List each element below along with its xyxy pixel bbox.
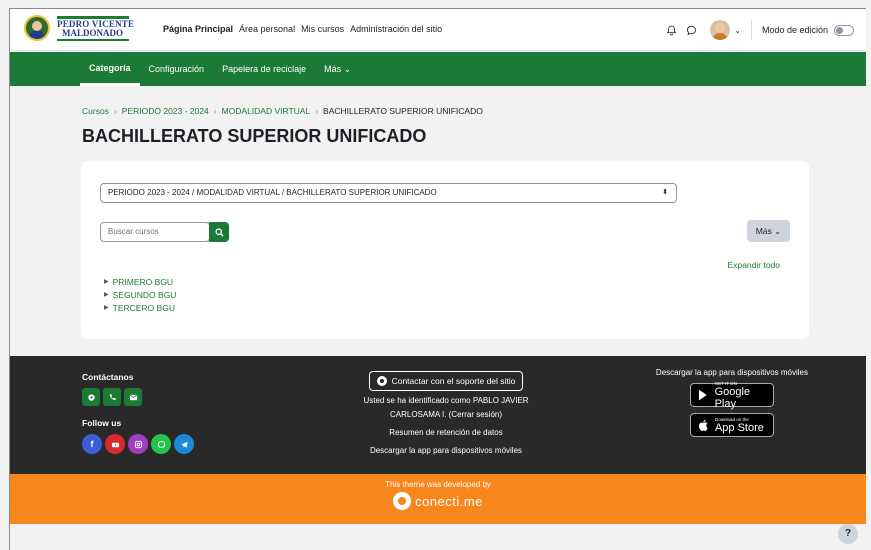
logged-in-info: Usted se ha identificado como PABLO JAVI… [363, 396, 529, 419]
list-item[interactable]: ▶ SEGUNDO BGU [104, 288, 176, 301]
logo-bar-bottom [57, 38, 129, 41]
conectime-ring-icon [393, 492, 412, 510]
contact-icons [82, 388, 194, 406]
category-list: ▶ PRIMERO BGU ▶ SEGUNDO BGU ▶ TERCERO BG… [104, 275, 176, 314]
secondary-navigation: Categoría Configuración Papelera de reci… [10, 52, 866, 86]
category-select-value: PERIODO 2023 - 2024 / MODALIDAD VIRTUAL … [108, 188, 437, 197]
contact-support-label: Contactar con el soporte del sitio [391, 376, 516, 386]
conectime-brand-text: conecti.me [415, 493, 483, 509]
logo-line-2: MALDONADO [62, 27, 123, 38]
list-item[interactable]: ▶ TERCERO BGU [104, 301, 176, 314]
contact-heading: Contáctanos [82, 372, 134, 382]
bell-icon[interactable] [664, 23, 678, 37]
get-mobile-app-link[interactable]: Descargar la app para dispositivos móvil… [340, 444, 552, 458]
user-area: ⌄ Modo de edición [664, 19, 854, 41]
category-name[interactable]: TERCERO BGU [113, 303, 175, 313]
phone-icon[interactable] [103, 388, 121, 406]
telegram-icon[interactable] [174, 434, 194, 454]
category-name[interactable]: SEGUNDO BGU [113, 290, 177, 300]
breadcrumb-separator: › [213, 106, 217, 116]
nav-my-courses[interactable]: Mis cursos [301, 24, 344, 34]
conectime-logo[interactable]: conecti.me [393, 492, 483, 510]
breadcrumb-period[interactable]: PERIODO 2023 - 2024 [122, 106, 209, 116]
app-store-badge[interactable]: Download on the App Store [689, 413, 774, 437]
contact-support-button[interactable]: Contactar con el soporte del sitio [368, 371, 524, 391]
nav-home[interactable]: Página Principal [163, 24, 233, 34]
category-card: PERIODO 2023 - 2024 / MODALIDAD VIRTUAL … [81, 161, 809, 339]
app-store-big: App Store [714, 421, 764, 434]
breadcrumb-separator: › [315, 106, 319, 116]
school-emblem-icon [24, 15, 50, 41]
footer-apps: Descargar la app para dispositivos móvil… [656, 368, 808, 437]
more-button[interactable]: Más ⌄ [747, 220, 790, 242]
category-name[interactable]: PRIMERO BGU [113, 277, 173, 287]
instagram-icon[interactable] [128, 434, 148, 454]
data-retention-link[interactable]: Resumen de retención de datos [340, 426, 552, 440]
nav-site-admin[interactable]: Administración del sitio [350, 24, 442, 34]
footer-contact: Contáctanos Follow us f [82, 372, 194, 454]
expand-all-link[interactable]: Expandir todo [728, 260, 780, 270]
divider [750, 20, 752, 40]
tab-more[interactable]: Más ⌄ [315, 52, 360, 86]
chat-icon[interactable] [684, 23, 698, 37]
category-select[interactable]: PERIODO 2023 - 2024 / MODALIDAD VIRTUAL … [100, 183, 677, 203]
tab-recycle-bin[interactable]: Papelera de reciclaje [213, 52, 315, 86]
caret-right-icon[interactable]: ▶ [104, 304, 109, 311]
select-arrows-icon: ⬍ [662, 189, 668, 196]
breadcrumb-separator: › [113, 106, 117, 116]
breadcrumb: Cursos › PERIODO 2023 - 2024 › MODALIDAD… [82, 106, 483, 116]
course-search-input[interactable]: Buscar cursos [100, 222, 210, 242]
location-icon[interactable] [82, 388, 100, 406]
facebook-icon[interactable]: f [82, 434, 102, 454]
google-play-big: Google Play [714, 385, 751, 410]
credit-text: This theme was developed by [385, 480, 491, 489]
list-item[interactable]: ▶ PRIMERO BGU [104, 275, 176, 288]
lifebuoy-icon [376, 376, 387, 386]
mail-icon[interactable] [124, 388, 142, 406]
theme-credit-bar: This theme was developed by conecti.me [10, 474, 866, 524]
chevron-down-icon[interactable]: ⌄ [734, 26, 741, 35]
user-avatar[interactable] [710, 20, 731, 40]
google-play-badge[interactable]: GET IT ON Google Play [689, 381, 774, 410]
caret-right-icon[interactable]: ▶ [104, 278, 109, 285]
breadcrumb-modality[interactable]: MODALIDAD VIRTUAL [222, 106, 311, 116]
app-heading: Descargar la app para dispositivos móvil… [655, 368, 808, 377]
site-footer: Contáctanos Follow us f Contactar con el… [10, 356, 866, 474]
search-button[interactable] [209, 222, 229, 242]
browser-viewport: PEDRO VICENTE MALDONADO Página Principal… [9, 8, 866, 550]
footer-center: Contactar con el soporte del sitio Usted… [340, 371, 552, 458]
apple-icon [698, 419, 708, 431]
help-button[interactable]: ? [838, 524, 858, 544]
breadcrumb-current: BACHILLERATO SUPERIOR UNIFICADO [323, 106, 483, 116]
edit-mode-label: Modo de edición [761, 25, 828, 35]
top-navbar: PEDRO VICENTE MALDONADO Página Principal… [10, 9, 866, 51]
nav-dashboard[interactable]: Área personal [239, 24, 295, 34]
breadcrumb-courses[interactable]: Cursos [82, 106, 109, 116]
page-title: BACHILLERATO SUPERIOR UNIFICADO [82, 126, 427, 146]
primary-navigation: Página Principal Área personal Mis curso… [163, 24, 448, 34]
tab-category[interactable]: Categoría [80, 52, 140, 86]
whatsapp-icon[interactable] [151, 434, 171, 454]
google-play-icon [698, 389, 707, 401]
edit-mode-toggle[interactable] [834, 24, 854, 36]
follow-heading: Follow us [82, 418, 122, 428]
site-logo[interactable]: PEDRO VICENTE MALDONADO [24, 15, 134, 41]
caret-right-icon[interactable]: ▶ [104, 291, 109, 298]
youtube-icon[interactable] [105, 434, 125, 454]
search-icon [214, 227, 224, 237]
logo-text: PEDRO VICENTE MALDONADO [57, 15, 134, 41]
tab-settings[interactable]: Configuración [140, 52, 214, 86]
social-icons: f [82, 434, 194, 454]
